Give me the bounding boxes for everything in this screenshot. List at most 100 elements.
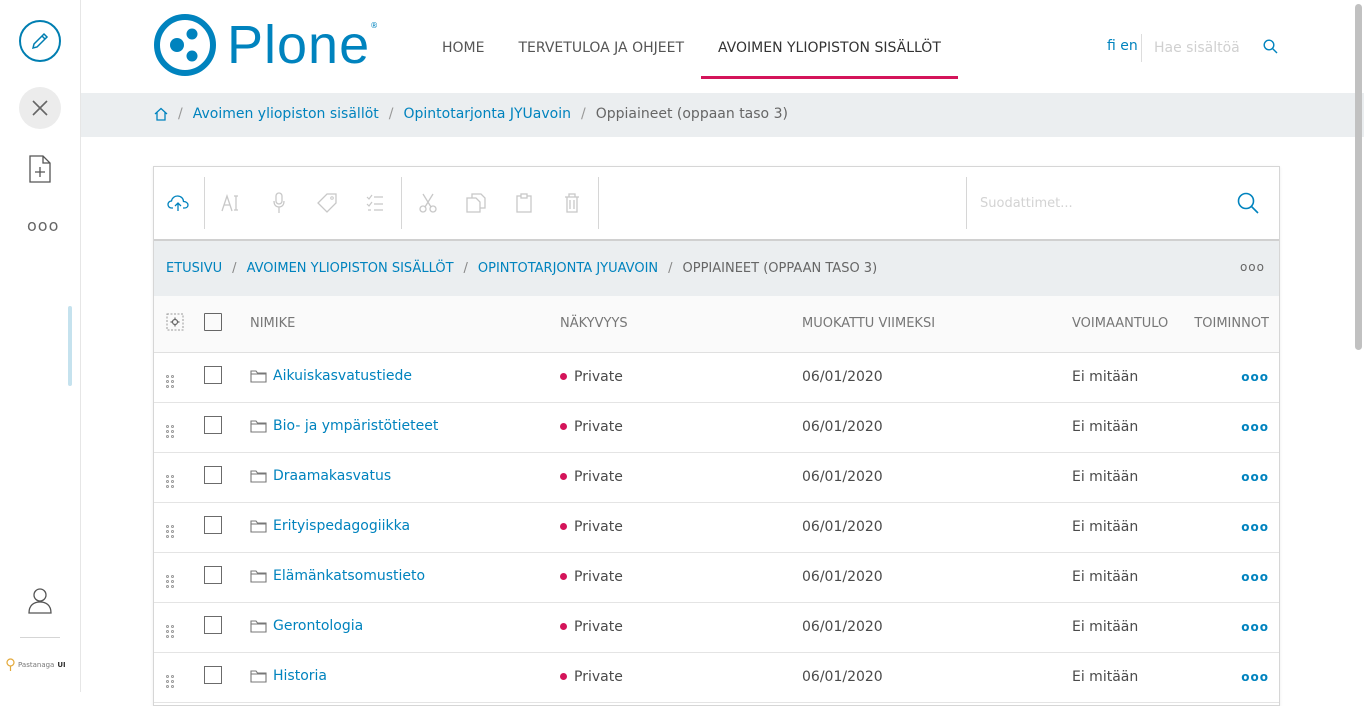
item-title-link[interactable]: Elämänkatsomustieto bbox=[250, 568, 425, 584]
title-cell: Gerontologia bbox=[250, 602, 560, 652]
row-checkbox[interactable] bbox=[204, 516, 222, 534]
row-actions-icon[interactable]: ooo bbox=[1241, 420, 1269, 434]
more-menu-icon[interactable]: ooo bbox=[27, 216, 59, 235]
row-checkbox[interactable] bbox=[204, 666, 222, 684]
table-row[interactable]: Erityispedagogiikka Private 06/01/2020 E… bbox=[154, 502, 1279, 552]
select-all-checkbox[interactable] bbox=[204, 312, 222, 331]
visibility-label: Private bbox=[574, 619, 623, 635]
item-title-link[interactable]: Gerontologia bbox=[250, 618, 363, 634]
table-row[interactable]: Bio- ja ympäristötieteet Private 06/01/2… bbox=[154, 402, 1279, 452]
properties-button[interactable] bbox=[351, 166, 399, 240]
nav-home[interactable]: HOME bbox=[425, 0, 501, 79]
site-search-input[interactable] bbox=[1142, 40, 1252, 56]
drag-handle-icon[interactable] bbox=[166, 425, 174, 438]
upload-button[interactable] bbox=[154, 166, 202, 240]
row-checkbox-cell bbox=[204, 652, 250, 702]
row-checkbox-cell bbox=[204, 602, 250, 652]
lang-en[interactable]: en bbox=[1120, 38, 1138, 54]
delete-button[interactable] bbox=[548, 166, 596, 240]
contents-more-icon[interactable]: ooo bbox=[1240, 260, 1265, 274]
row-actions-icon[interactable]: ooo bbox=[1241, 520, 1269, 534]
effective-date: Ei mitään bbox=[1072, 469, 1139, 485]
folder-icon bbox=[250, 519, 267, 533]
breadcrumb-separator: / bbox=[581, 106, 586, 122]
drag-handle-icon[interactable] bbox=[166, 375, 174, 388]
user-icon[interactable] bbox=[27, 586, 53, 614]
workflow-button[interactable] bbox=[255, 166, 303, 240]
filter-input[interactable] bbox=[967, 195, 1217, 211]
microphone-icon bbox=[273, 192, 285, 213]
table-row[interactable]: Gerontologia Private 06/01/2020 Ei mitää… bbox=[154, 602, 1279, 652]
private-status-dot bbox=[560, 373, 567, 380]
search-icon[interactable] bbox=[1263, 39, 1278, 54]
item-title: Historia bbox=[273, 667, 327, 684]
contents-crumb-opintotarjonta[interactable]: OPINTOTARJONTA JYUAVOIN bbox=[478, 261, 658, 276]
contents-crumb-current: OPPIAINEET (OPPAAN TASO 3) bbox=[682, 261, 878, 276]
table-row[interactable]: Aikuiskasvatustiede Private 06/01/2020 E… bbox=[154, 352, 1279, 402]
visibility-cell: Private bbox=[560, 352, 802, 402]
lang-fi[interactable]: fi bbox=[1107, 38, 1116, 54]
contents-crumb-avoimen[interactable]: AVOIMEN YLIOPISTON SISÄLLÖT bbox=[247, 261, 454, 276]
item-title-link[interactable]: Aikuiskasvatustiede bbox=[250, 368, 412, 384]
copy-button[interactable] bbox=[452, 166, 500, 240]
table-row[interactable]: Historia Private 06/01/2020 Ei mitään oo… bbox=[154, 652, 1279, 702]
table-row[interactable]: Elämänkatsomustieto Private 06/01/2020 E… bbox=[154, 552, 1279, 602]
page-scrollbar[interactable] bbox=[1355, 4, 1362, 350]
row-checkbox[interactable] bbox=[204, 616, 222, 634]
edit-button[interactable] bbox=[19, 20, 61, 62]
row-actions-icon[interactable]: ooo bbox=[1241, 620, 1269, 634]
nav-tervetuloa[interactable]: TERVETULOA JA OHJEET bbox=[501, 0, 701, 79]
visibility-label: Private bbox=[574, 519, 623, 535]
row-actions-icon[interactable]: ooo bbox=[1241, 670, 1269, 684]
tags-button[interactable] bbox=[303, 166, 351, 240]
item-title-link[interactable]: Historia bbox=[250, 668, 327, 684]
row-actions-icon[interactable]: ooo bbox=[1241, 570, 1269, 584]
folder-icon bbox=[250, 619, 267, 633]
row-actions-icon[interactable]: ooo bbox=[1241, 370, 1269, 384]
site-header: Plone ® HOME TERVETULOA JA OHJEET AVOIME… bbox=[81, 0, 1364, 93]
paste-button[interactable] bbox=[500, 166, 548, 240]
row-checkbox[interactable] bbox=[204, 466, 222, 484]
row-checkbox[interactable] bbox=[204, 566, 222, 584]
row-checkbox[interactable] bbox=[204, 416, 222, 434]
add-page-icon[interactable] bbox=[28, 155, 52, 183]
toolbar-separator bbox=[204, 177, 205, 229]
item-title-link[interactable]: Draamakasvatus bbox=[250, 468, 391, 484]
drag-handle-icon[interactable] bbox=[166, 675, 174, 688]
folder-icon bbox=[250, 469, 267, 483]
title-cell: Erityispedagogiikka bbox=[250, 502, 560, 552]
rename-icon bbox=[221, 194, 238, 212]
rename-button[interactable] bbox=[207, 166, 255, 240]
column-settings-icon[interactable] bbox=[166, 313, 184, 331]
drag-handle-icon[interactable] bbox=[166, 625, 174, 638]
drag-handle-icon[interactable] bbox=[166, 475, 174, 488]
column-header-effective[interactable]: VOIMAANTULO bbox=[1072, 296, 1190, 352]
contents-breadcrumb: ETUSIVU / AVOIMEN YLIOPISTON SISÄLLÖT / … bbox=[154, 241, 1279, 296]
column-header-visibility[interactable]: NÄKYVYYS bbox=[560, 296, 802, 352]
column-header-modified[interactable]: MUOKATTU VIIMEKSI bbox=[802, 296, 1072, 352]
toolbar-scroll-indicator bbox=[68, 306, 72, 386]
cut-button[interactable] bbox=[404, 166, 452, 240]
checklist-icon bbox=[366, 194, 383, 211]
item-title-link[interactable]: Erityispedagogiikka bbox=[250, 518, 410, 534]
breadcrumb-separator: / bbox=[178, 106, 183, 122]
row-actions-icon[interactable]: ooo bbox=[1241, 470, 1269, 484]
effective-date: Ei mitään bbox=[1072, 669, 1139, 685]
folder-icon bbox=[250, 669, 267, 683]
row-checkbox[interactable] bbox=[204, 366, 222, 384]
site-logo[interactable]: Plone ® bbox=[153, 13, 378, 77]
nav-avoimen-yliopiston-sisallot[interactable]: AVOIMEN YLIOPISTON SISÄLLÖT bbox=[701, 0, 958, 79]
contents-crumb-etusivu[interactable]: ETUSIVU bbox=[166, 261, 222, 276]
item-title-link[interactable]: Bio- ja ympäristötieteet bbox=[250, 418, 438, 434]
filter-box bbox=[966, 177, 1279, 229]
copy-icon bbox=[466, 193, 486, 213]
drag-handle-icon[interactable] bbox=[166, 575, 174, 588]
breadcrumb-item-opintotarjonta[interactable]: Opintotarjonta JYUavoin bbox=[403, 106, 571, 122]
filter-search-icon[interactable] bbox=[1237, 192, 1259, 214]
breadcrumb-item-avoimen[interactable]: Avoimen yliopiston sisällöt bbox=[193, 106, 379, 122]
close-button[interactable] bbox=[19, 87, 61, 129]
column-header-title[interactable]: NIMIKE bbox=[250, 296, 560, 352]
table-row[interactable]: Draamakasvatus Private 06/01/2020 Ei mit… bbox=[154, 452, 1279, 502]
drag-handle-icon[interactable] bbox=[166, 525, 174, 538]
home-icon[interactable] bbox=[154, 107, 168, 121]
